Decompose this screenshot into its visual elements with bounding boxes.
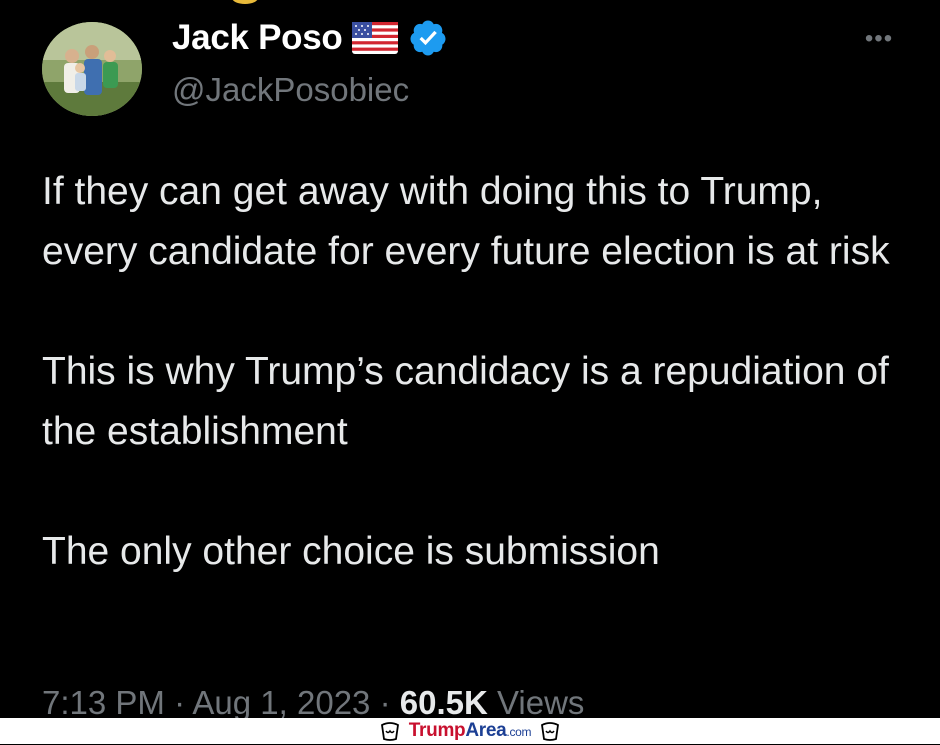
watermark-brand-part2: Area (465, 719, 507, 741)
cup-icon (379, 720, 401, 742)
watermark-brand-part3: .com (506, 724, 532, 739)
author-display-name[interactable]: Jack Poso (172, 16, 343, 60)
tweet-paragraph: If they can get away with doing this to … (42, 170, 890, 273)
us-flag-icon (352, 22, 399, 54)
more-options-icon[interactable]: ••• (858, 24, 900, 54)
author-handle[interactable]: @JackPosobiec (172, 68, 409, 112)
views-count[interactable]: 60.5K (400, 684, 488, 721)
meta-separator: · (370, 684, 400, 721)
tweet-date[interactable]: Aug 1, 2023 (192, 684, 370, 721)
watermark-bar: TrumpArea.com (0, 718, 940, 744)
tweet-time[interactable]: 7:13 PM (42, 684, 165, 721)
emoji-partial-icon (232, 0, 258, 4)
tweet-paragraph: The only other choice is submission (42, 530, 660, 573)
tweet-card: Jack Poso @JackPosobiec ••• If they can … (0, 0, 940, 721)
author-name-row: Jack Poso (172, 16, 448, 60)
tweet-paragraph: This is why Trump’s candidacy is a repud… (42, 350, 889, 453)
views-label: Views (487, 684, 585, 721)
watermark-brand-part1: Trump (408, 719, 466, 741)
watermark-brand: TrumpArea.com (408, 718, 532, 745)
meta-separator: · (164, 684, 193, 721)
avatar[interactable] (42, 22, 142, 116)
verified-badge-icon[interactable] (408, 18, 448, 58)
tweet-text: If they can get away with doing this to … (42, 162, 892, 582)
cup-icon (539, 720, 561, 742)
